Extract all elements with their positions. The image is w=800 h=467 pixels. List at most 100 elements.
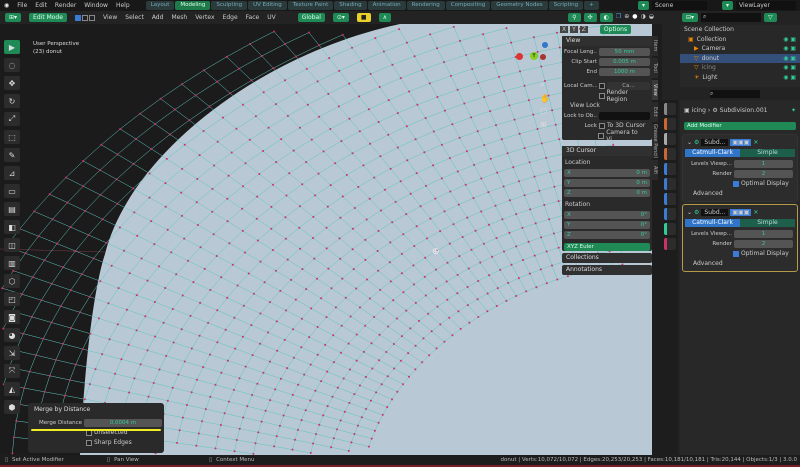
modifier-name-field[interactable]: Subd... [701, 209, 729, 216]
menu-mesh[interactable]: Mesh [171, 14, 187, 21]
tool-icon[interactable]: ⬡ [4, 274, 20, 288]
menu-window[interactable]: Window [84, 2, 108, 9]
remove-modifier-icon[interactable]: ✕ [753, 139, 758, 146]
3d-viewport[interactable]: User Perspective (23) donut Y ⌕ ✋ ⎔ ⊞ X Y Z… [0, 24, 652, 455]
outliner-search-input[interactable]: ⌕ [701, 13, 762, 22]
properties-search-input[interactable]: ⌕ [710, 90, 760, 98]
outliner-display-mode[interactable]: ⊟▾ [682, 13, 699, 22]
orientation-dropdown[interactable]: Global [297, 13, 325, 22]
tool-icon[interactable]: ◫ [4, 238, 20, 252]
snap-dropdown[interactable]: ■ [356, 13, 371, 22]
menu-edit[interactable]: Edit [35, 2, 47, 9]
workspace-tab[interactable]: Scripting [548, 1, 584, 10]
catmull-clark-button[interactable]: Catmull-Clark [685, 149, 740, 157]
tool-icon[interactable]: ⇲ [4, 346, 20, 360]
tool-icon[interactable]: ⬢ [4, 400, 20, 414]
rotation-mode-dropdown[interactable]: XYZ Euler [564, 242, 650, 251]
camera-view-icon[interactable]: ⎔ [540, 107, 550, 116]
visibility-dropdown[interactable]: ⚲ [568, 13, 581, 22]
workspace-tab[interactable]: Geometry Nodes [491, 1, 548, 10]
outliner-row[interactable]: ☀ Light ◉ ▣ [680, 73, 800, 83]
tool-icon[interactable]: ◧ [4, 220, 20, 234]
menu-edge[interactable]: Edge [223, 14, 238, 21]
loc-x-field[interactable]: X 0 m [564, 168, 650, 177]
workspace-tab[interactable]: Sculpting [211, 1, 248, 10]
collapse-icon[interactable]: ⌄ [687, 209, 692, 216]
render-region-checkbox[interactable] [598, 92, 605, 99]
outliner-row[interactable]: ▽ icing ◉ ▣ [680, 63, 800, 73]
blender-logo-icon[interactable]: ◉ [4, 2, 9, 9]
proportional-edit-button[interactable]: ∧ [378, 13, 391, 22]
tool-icon[interactable]: ⊿ [4, 166, 20, 180]
menu-face[interactable]: Face [246, 14, 260, 21]
collections-panel[interactable]: Collections [562, 253, 652, 263]
properties-tab-icon[interactable] [664, 148, 676, 160]
advanced-subpanel[interactable]: Advanced [693, 190, 723, 197]
tool-icon[interactable]: ▥ [4, 256, 20, 270]
local-camera-checkbox[interactable] [599, 82, 605, 89]
optimal-display-checkbox[interactable] [733, 180, 739, 187]
editor-type-button[interactable]: ⊞▾ [5, 13, 22, 22]
view-layer-icon[interactable]: ▾ [721, 1, 733, 10]
workspace-tab[interactable]: Layout [145, 1, 175, 10]
rot-x-field[interactable]: X 0° [564, 210, 650, 219]
shading-wireframe-icon[interactable]: ⊕ [624, 13, 629, 22]
workspace-tab[interactable]: Animation [367, 1, 406, 10]
properties-tab-icon[interactable] [664, 103, 676, 115]
properties-tab-icon[interactable] [664, 133, 676, 145]
loc-y-field[interactable]: Y 0 m [564, 178, 650, 187]
levels-viewport-field[interactable]: 1 [734, 229, 793, 238]
menu-vertex[interactable]: Vertex [195, 14, 214, 21]
lock-object-field[interactable] [599, 111, 650, 120]
y-axis-icon[interactable]: Y [530, 52, 538, 60]
workspace-tab[interactable]: UV Editing [248, 1, 287, 10]
pin-icon[interactable]: ✦ [791, 107, 796, 114]
clip-start-field[interactable]: 0.005 m [599, 57, 650, 66]
workspace-tab[interactable]: Shading [334, 1, 367, 10]
visibility-icon[interactable]: ◉ ▣ [783, 55, 796, 62]
workspace-tab[interactable]: Texture Paint [287, 1, 334, 10]
tool-icon[interactable]: ▶ [4, 40, 20, 54]
pivot-dropdown[interactable]: ⊙▾ [332, 13, 349, 22]
rot-y-field[interactable]: Y 0° [564, 220, 650, 229]
properties-tab-icon[interactable] [664, 223, 676, 235]
shading-solid-icon[interactable]: ● [632, 13, 637, 22]
render-levels-field[interactable]: 2 [734, 169, 793, 178]
add-modifier-button[interactable]: Add Modifier [684, 121, 796, 130]
workspace-tab[interactable]: Rendering [406, 1, 445, 10]
visibility-icon[interactable]: ◉ ▣ [783, 36, 796, 43]
workspace-tab[interactable]: Modeling [175, 1, 211, 10]
neg-x-axis-icon[interactable] [540, 54, 546, 60]
remove-modifier-icon[interactable]: ✕ [753, 209, 758, 216]
tool-icon[interactable]: ◙ [4, 310, 20, 324]
properties-tab-icon[interactable] [664, 238, 676, 250]
tool-icon[interactable]: ▭ [4, 184, 20, 198]
lock-cursor-checkbox[interactable] [599, 122, 605, 129]
camera-to-view-checkbox[interactable] [598, 132, 605, 139]
3d-cursor-header[interactable]: 3D Cursor [562, 146, 652, 156]
sharp-edges-checkbox[interactable] [86, 439, 92, 446]
catmull-clark-button[interactable]: Catmull-Clark [685, 219, 740, 227]
collapse-icon[interactable]: ⌄ [687, 139, 692, 146]
tool-icon[interactable]: ✥ [4, 76, 20, 90]
render-levels-field[interactable]: 2 [734, 239, 793, 248]
rot-z-field[interactable]: Z 0° [564, 230, 650, 239]
shading-material-icon[interactable]: ◑ [641, 13, 646, 22]
filter-icon[interactable]: ▽ [764, 13, 777, 22]
modifier-toggle-icons[interactable]: ▣▣▣ [730, 139, 752, 146]
optimal-display-checkbox[interactable] [733, 250, 739, 257]
sidebar-tab[interactable]: Alfi [652, 160, 658, 180]
tool-icon[interactable]: ⤧ [4, 364, 20, 378]
modifier-toggle-icons[interactable]: ▣▣▣ [730, 209, 752, 216]
scene-icon[interactable]: ▾ [637, 1, 649, 10]
navigation-gizmo[interactable]: Y [512, 36, 552, 76]
tool-icon[interactable]: ↻ [4, 94, 20, 108]
simple-button[interactable]: Simple [740, 149, 795, 157]
select-mode-buttons[interactable] [75, 14, 96, 21]
sidebar-tab[interactable]: Item [652, 36, 658, 56]
tool-icon[interactable]: ▤ [4, 202, 20, 216]
properties-tab-icon[interactable] [664, 163, 676, 175]
operator-title[interactable]: Merge by Distance [28, 403, 164, 416]
merge-distance-field[interactable]: 0.0004 m [84, 418, 162, 427]
tool-icon[interactable]: ◌ [4, 58, 20, 72]
